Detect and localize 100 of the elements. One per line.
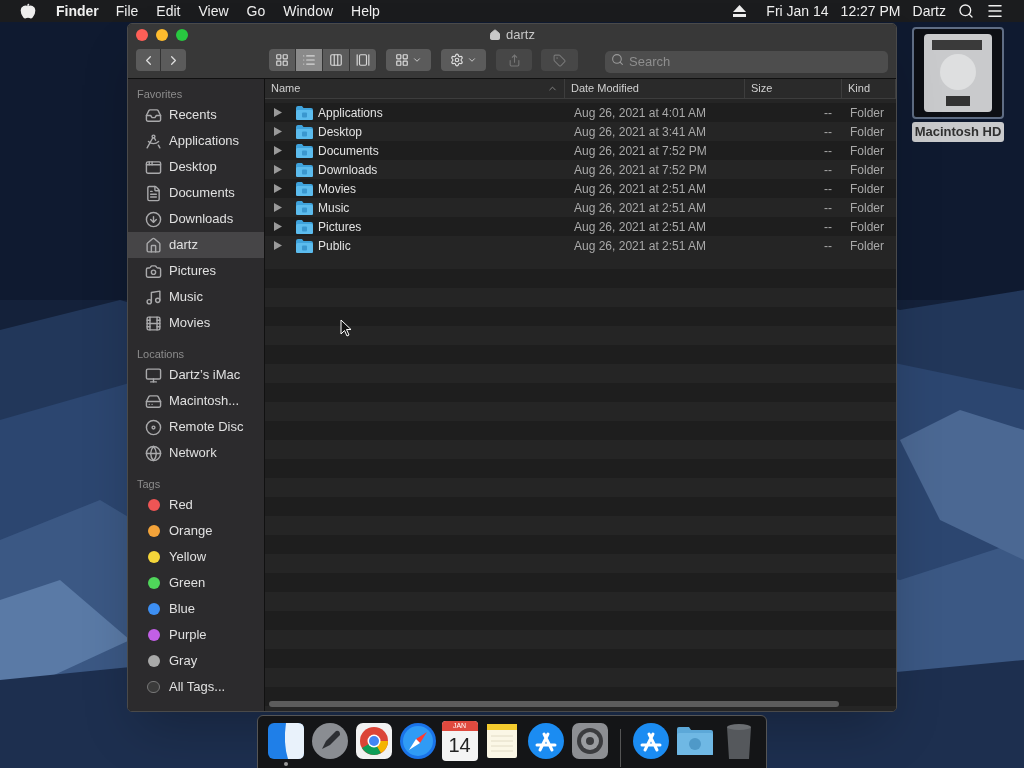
list-view-button[interactable]: [296, 49, 323, 71]
forward-button[interactable]: [161, 49, 186, 71]
folder-icon: [296, 219, 313, 234]
eject-icon[interactable]: [733, 5, 747, 17]
file-name: Desktop: [318, 123, 363, 141]
gallery-view-button[interactable]: [350, 49, 377, 71]
column-header[interactable]: Kind: [842, 79, 896, 98]
minimize-button[interactable]: [156, 29, 168, 41]
disclosure-triangle-icon[interactable]: [274, 222, 282, 231]
disclosure-triangle-icon[interactable]: [274, 184, 282, 193]
caret-icon: [467, 55, 477, 65]
sidebar-item[interactable]: Music: [128, 284, 264, 310]
sidebar-item[interactable]: Macintosh...: [128, 388, 264, 414]
action-button[interactable]: [441, 49, 486, 71]
sidebar-item[interactable]: Documents: [128, 180, 264, 206]
globe-icon: [145, 444, 162, 462]
folder-icon: [296, 105, 313, 120]
close-button[interactable]: [136, 29, 148, 41]
file-size: --: [823, 104, 833, 122]
tag-icon: [553, 53, 566, 67]
sidebar-item[interactable]: Dartz’s iMac: [128, 362, 264, 388]
sidebar-item[interactable]: Applications: [128, 128, 264, 154]
column-header[interactable]: Date Modified: [565, 79, 745, 98]
disclosure-triangle-icon[interactable]: [274, 127, 282, 136]
finder-icon[interactable]: [265, 721, 306, 761]
back-button[interactable]: [136, 49, 161, 71]
film-icon: [145, 314, 162, 332]
sidebar-item[interactable]: Movies: [128, 310, 264, 336]
menu-item[interactable]: File: [115, 0, 139, 22]
zoom-button[interactable]: [176, 29, 188, 41]
sidebar-item[interactable]: Gray: [128, 648, 264, 674]
sidebar-item[interactable]: Desktop: [128, 154, 264, 180]
column-header[interactable]: Size: [745, 79, 842, 98]
search-icon[interactable]: [958, 3, 974, 19]
menu-item[interactable]: Help: [351, 0, 380, 22]
file-row[interactable]: Desktop Aug 26, 2021 at 3:41 AM -- Folder: [265, 122, 896, 141]
column-view-button[interactable]: [323, 49, 350, 71]
app-store-icon[interactable]: [630, 721, 671, 761]
calendar-day: 14: [448, 731, 471, 759]
icon-view-button[interactable]: [269, 49, 296, 71]
file-row[interactable]: Music Aug 26, 2021 at 2:51 AM -- Folder: [265, 198, 896, 217]
sidebar-item[interactable]: Green: [128, 570, 264, 596]
all-tags-icon: [147, 681, 160, 693]
tray-icon: [145, 106, 162, 124]
menu-item[interactable]: Window: [283, 0, 334, 22]
chrome-icon[interactable]: [353, 721, 394, 761]
desktop-icon-label: Macintosh HD: [911, 122, 1005, 142]
compass-icon[interactable]: [397, 721, 438, 761]
sidebar-heading: Favorites: [136, 86, 184, 102]
compass-icon: [145, 132, 162, 150]
sidebar-item[interactable]: Yellow: [128, 544, 264, 570]
share-icon: [507, 53, 521, 67]
window-title: dartz: [506, 26, 535, 45]
sidebar-item[interactable]: Network: [128, 440, 264, 466]
sidebar-item[interactable]: Downloads: [128, 206, 264, 232]
date-modified: Aug 26, 2021 at 2:51 AM: [573, 237, 708, 255]
disclosure-triangle-icon[interactable]: [274, 165, 282, 174]
sidebar-item[interactable]: dartz: [128, 232, 264, 258]
user-menu[interactable]: Dartz: [912, 0, 946, 22]
menu-item[interactable]: Edit: [156, 0, 181, 22]
disclosure-triangle-icon[interactable]: [274, 108, 282, 117]
menu-bar-time[interactable]: 12:27 PM: [840, 0, 901, 22]
file-row[interactable]: Downloads Aug 26, 2021 at 7:52 PM -- Folder: [265, 160, 896, 179]
sidebar-item[interactable]: Remote Disc: [128, 414, 264, 440]
disclosure-triangle-icon[interactable]: [274, 146, 282, 155]
sidebar-item[interactable]: Blue: [128, 596, 264, 622]
file-row[interactable]: Public Aug 26, 2021 at 2:51 AM -- Folder: [265, 236, 896, 255]
group-button[interactable]: [386, 49, 431, 71]
sidebar-item[interactable]: Recents: [128, 102, 264, 128]
file-row[interactable]: Pictures Aug 26, 2021 at 2:51 AM -- Folder: [265, 217, 896, 236]
mouse-pointer-icon: [340, 319, 352, 337]
date-modified: Aug 26, 2021 at 2:51 AM: [573, 199, 708, 217]
file-row[interactable]: Movies Aug 26, 2021 at 2:51 AM -- Folder: [265, 179, 896, 198]
app-store-icon[interactable]: [525, 721, 566, 761]
download-icon: [145, 210, 162, 228]
sidebar-item[interactable]: Pictures: [128, 258, 264, 284]
file-kind: Folder: [849, 123, 884, 141]
menu-item[interactable]: Go: [246, 0, 266, 22]
file-name: Documents: [318, 142, 379, 160]
app-menu[interactable]: Finder: [56, 0, 99, 22]
column-header[interactable]: Name: [265, 79, 565, 98]
file-row[interactable]: Applications Aug 26, 2021 at 4:01 AM -- Folder: [265, 103, 896, 122]
sidebar-item[interactable]: All Tags...: [128, 674, 264, 700]
folder-icon: [296, 162, 313, 177]
disclosure-triangle-icon[interactable]: [274, 203, 282, 212]
sidebar-item[interactable]: Orange: [128, 518, 264, 544]
sidebar-item[interactable]: Purple: [128, 622, 264, 648]
search-field[interactable]: Search: [605, 50, 888, 73]
list-icon[interactable]: [986, 2, 1004, 20]
hard-drive-icon: [145, 392, 162, 410]
folder-icon: [296, 124, 313, 139]
sidebar-item[interactable]: Red: [128, 492, 264, 518]
menu-bar-date[interactable]: Fri Jan 14: [766, 0, 829, 22]
folder-icon: [296, 143, 313, 158]
file-kind: Folder: [849, 199, 884, 217]
file-row[interactable]: Documents Aug 26, 2021 at 7:52 PM -- Folder: [265, 141, 896, 160]
menu-item[interactable]: View: [198, 0, 229, 22]
hard-drive-icon[interactable]: [912, 27, 1004, 119]
disclosure-triangle-icon[interactable]: [274, 241, 282, 250]
apple-icon[interactable]: [20, 3, 36, 19]
